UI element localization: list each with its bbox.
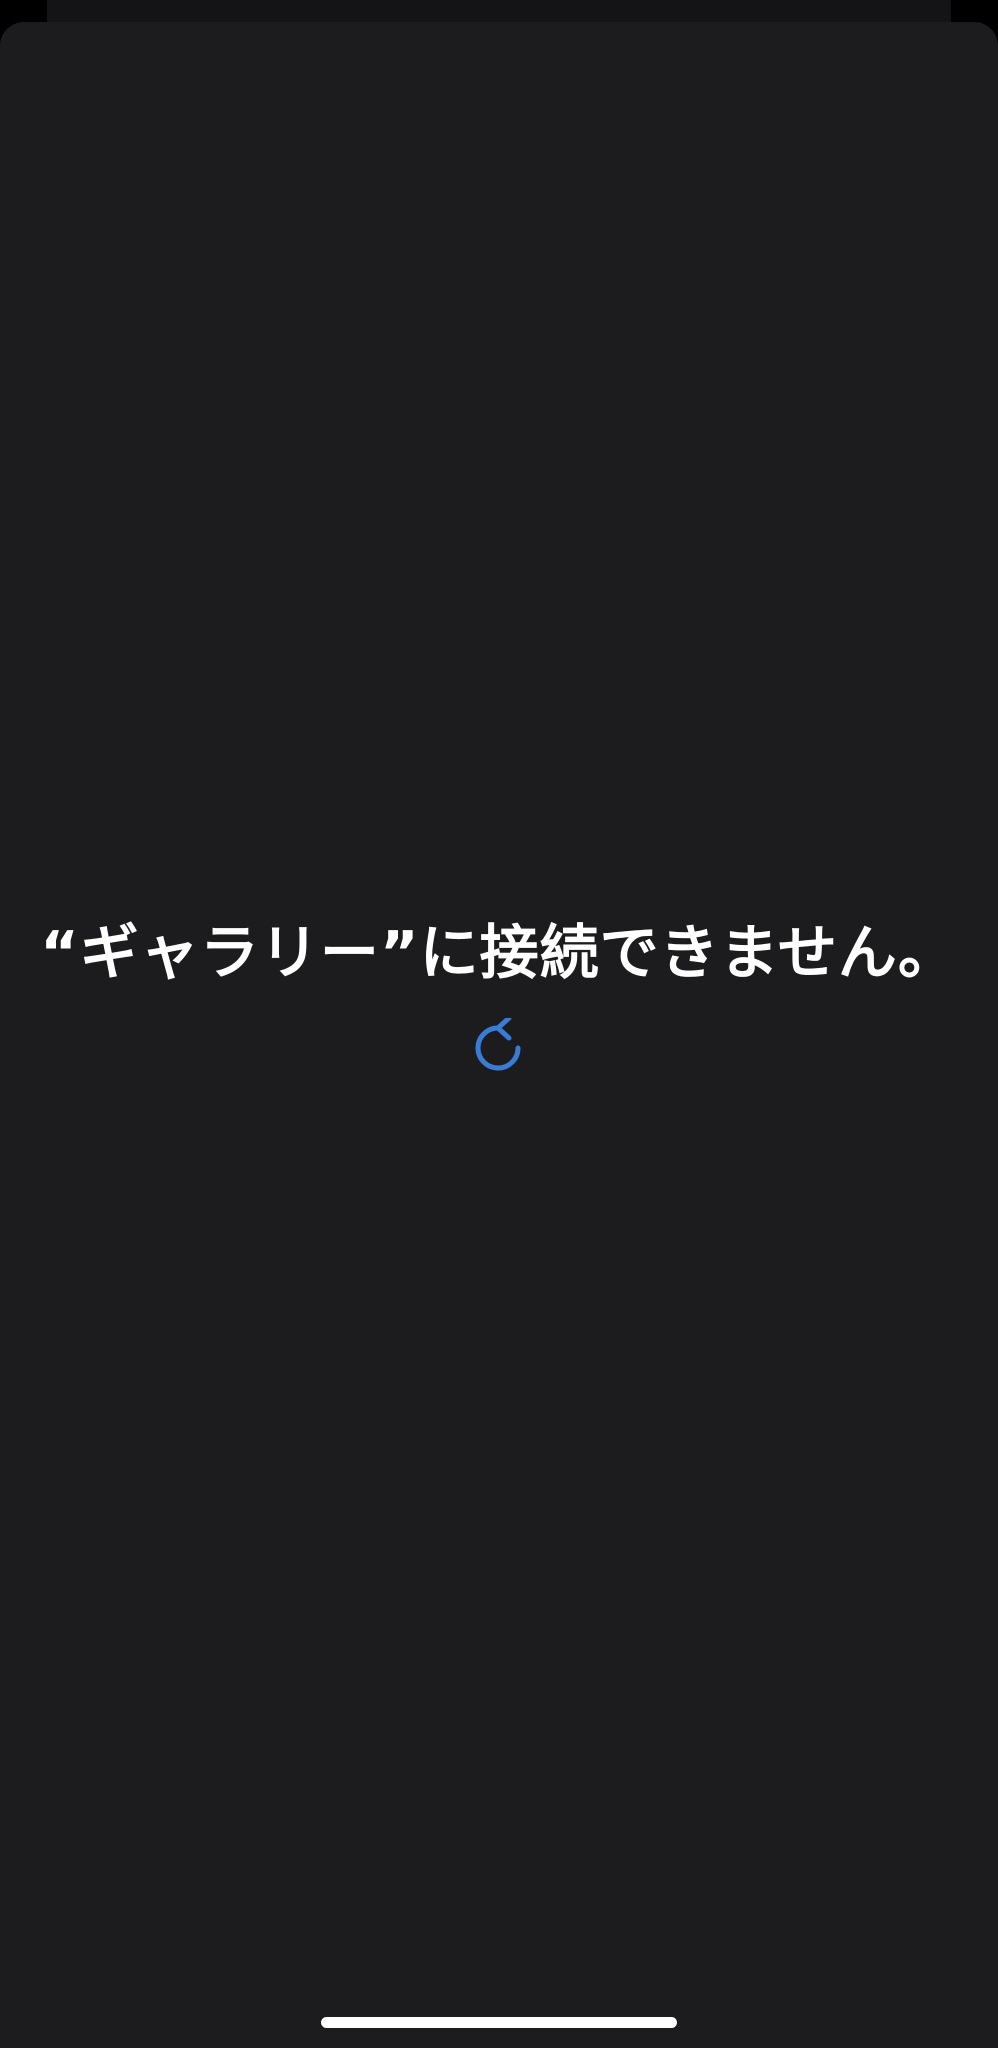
screen: “ギャラリー”に接続できません。 [0, 0, 998, 2048]
refresh-icon [471, 1018, 527, 1074]
retry-button[interactable] [467, 1014, 531, 1078]
home-indicator[interactable] [321, 2017, 677, 2028]
error-message: “ギャラリー”に接続できません。 [40, 918, 958, 987]
